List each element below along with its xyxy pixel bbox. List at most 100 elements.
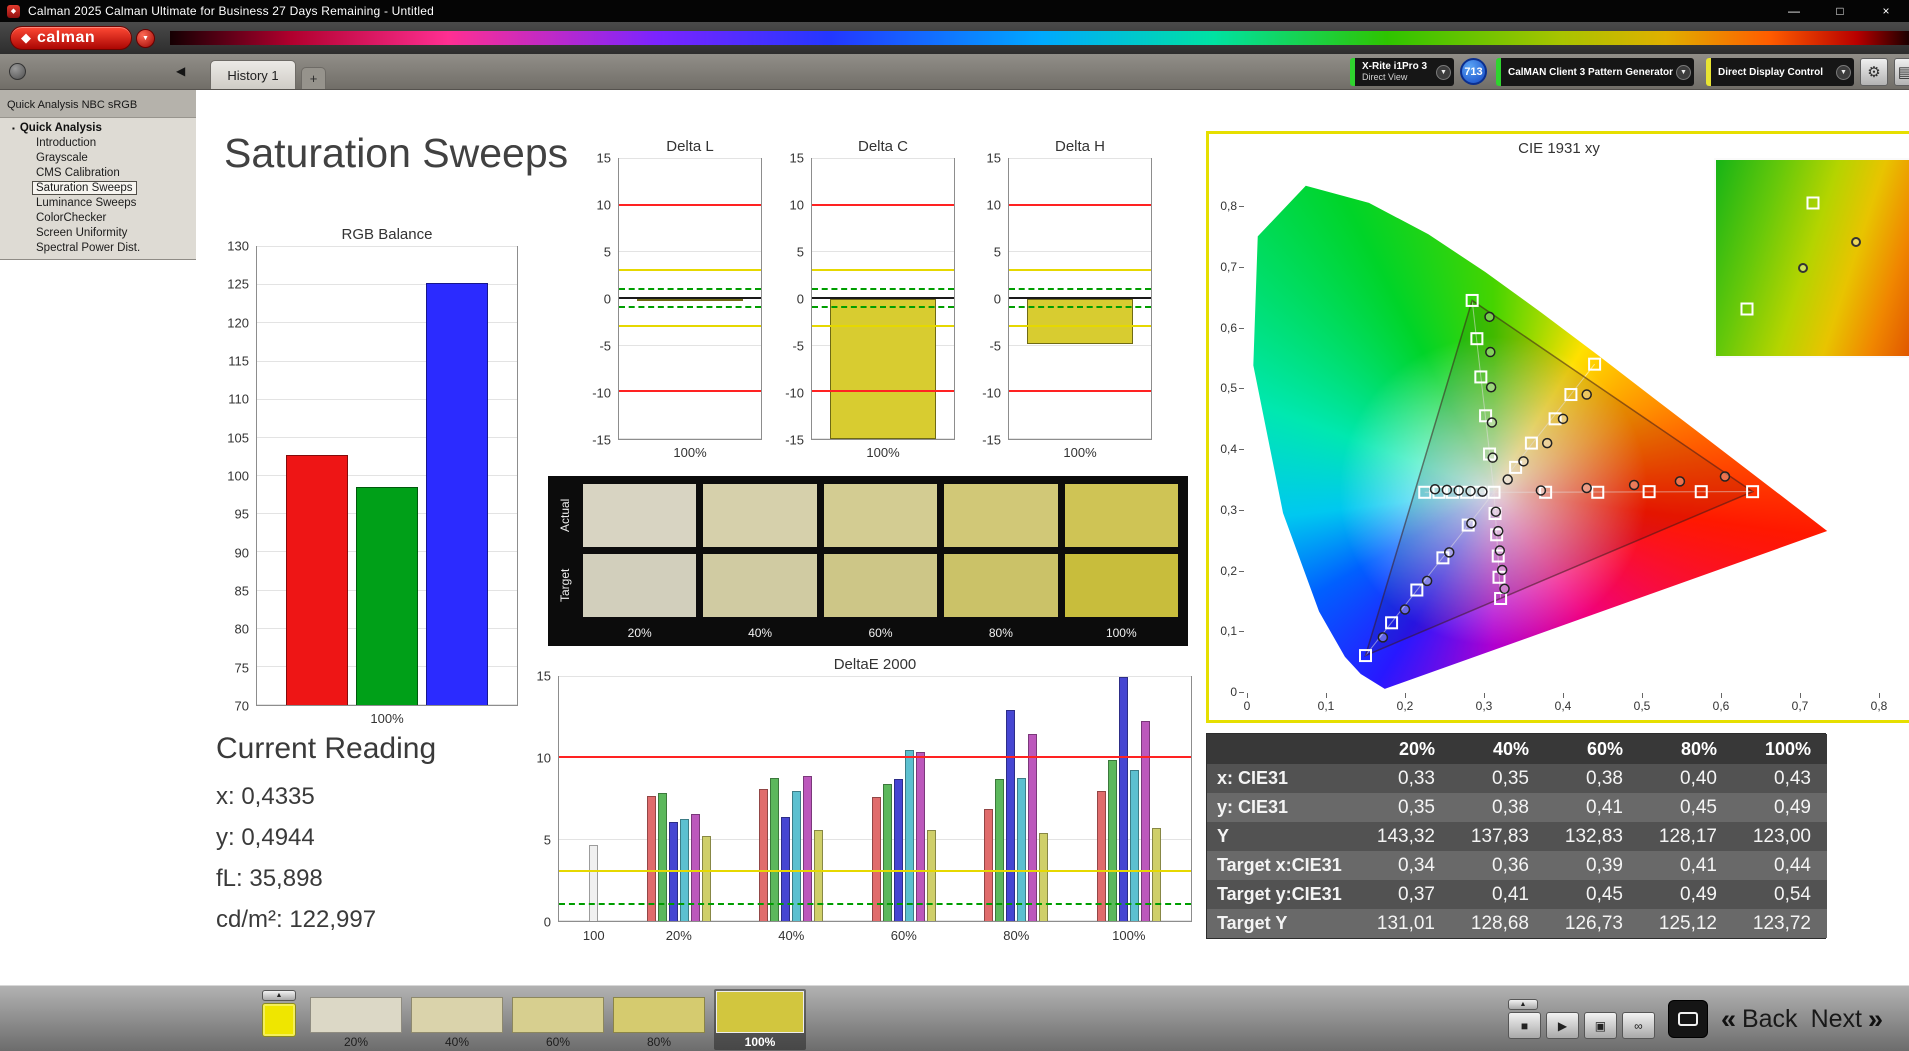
cell-value: 0,39 bbox=[1545, 851, 1639, 880]
calman-logo[interactable]: ◆ calman bbox=[10, 26, 132, 50]
swatch-target-100% bbox=[1064, 554, 1178, 617]
measured-marker bbox=[1487, 452, 1498, 463]
save-button[interactable]: ▣ bbox=[1583, 1012, 1617, 1039]
cell-value: 0,37 bbox=[1357, 880, 1451, 909]
tree-item-label: CMS Calibration bbox=[36, 167, 120, 179]
plot-area bbox=[618, 158, 762, 440]
results-table: 20% 40% 60% 80% 100% x: CIE31 0,33 0,35 0,38 0,40… bbox=[1206, 733, 1827, 939]
pattern-patch-60[interactable]: 60% bbox=[512, 989, 604, 1049]
limgreen-limit-line bbox=[619, 287, 761, 290]
y-tick-label: 10 bbox=[789, 197, 804, 213]
bar-green bbox=[356, 487, 418, 705]
row-label: Y bbox=[1207, 822, 1357, 851]
x-tick-label: 0,8 bbox=[1870, 699, 1888, 713]
sidebar-item-luminance-sweeps[interactable]: Luminance Sweeps bbox=[0, 196, 196, 211]
sidebar-item-grayscale[interactable]: Grayscale bbox=[0, 151, 196, 166]
limyellow-limit-line bbox=[559, 870, 1191, 873]
layout-button[interactable]: ▤ bbox=[1894, 58, 1909, 86]
y-axis: -15 -10 -5 0 5 10 15 bbox=[771, 151, 811, 448]
bar-group-40%: 40% bbox=[759, 677, 824, 943]
sidebar-collapse-button[interactable]: ◀ bbox=[176, 64, 185, 78]
cell-value: 0,41 bbox=[1545, 793, 1639, 822]
swatch-actual-80% bbox=[944, 484, 1058, 547]
y-axis: 0 0,1 0,2 0,3 0,4 0,5 0,6 0,7 0,8 bbox=[1209, 176, 1247, 699]
window-controls: — □ × bbox=[1771, 0, 1909, 22]
pattern-window-button[interactable] bbox=[1667, 1000, 1708, 1038]
next-button[interactable]: Next » bbox=[1811, 1004, 1883, 1035]
measured-marker bbox=[1441, 484, 1453, 496]
save-icon: ▣ bbox=[1594, 1018, 1607, 1033]
sidebar-item-colorchecker[interactable]: ColorChecker bbox=[0, 211, 196, 226]
patch-label: 60% bbox=[545, 1035, 571, 1049]
tick-mark bbox=[1800, 693, 1801, 698]
x-tick-label: 60% bbox=[890, 928, 917, 943]
pattern-color-button[interactable] bbox=[262, 1003, 296, 1037]
measured-marker bbox=[1581, 482, 1592, 494]
pattern-window-expand-button[interactable]: ▲ bbox=[262, 990, 296, 1001]
link-button[interactable]: ∞ bbox=[1621, 1012, 1655, 1039]
stop-button[interactable]: ■ bbox=[1507, 1012, 1541, 1039]
sidebar-item-introduction[interactable]: Introduction bbox=[0, 136, 196, 151]
plot-area bbox=[256, 246, 518, 706]
cell-value: 0,36 bbox=[1451, 851, 1545, 880]
pattern-patch-40[interactable]: 40% bbox=[411, 989, 503, 1049]
patch-swatch bbox=[512, 997, 604, 1033]
pattern-patch-20[interactable]: 20% bbox=[310, 989, 402, 1049]
add-tab-button[interactable]: + bbox=[301, 67, 326, 89]
chart-title: Delta H bbox=[1054, 138, 1106, 155]
meter-mode: Direct View bbox=[1362, 72, 1408, 82]
y-tick-label: 85 bbox=[234, 583, 249, 599]
tick-mark bbox=[1405, 693, 1406, 698]
maximize-button[interactable]: □ bbox=[1817, 0, 1863, 22]
swatch-column-label: 80% bbox=[988, 626, 1013, 640]
patch-label: 40% bbox=[444, 1035, 470, 1049]
cell-value: 132,83 bbox=[1545, 822, 1639, 851]
tree-root-item[interactable]: ▪ Quick Analysis bbox=[0, 121, 196, 136]
y-tick-label: -15 bbox=[592, 432, 611, 448]
panel-expand-button[interactable]: ▲ bbox=[1507, 999, 1538, 1010]
pattern-patch-80[interactable]: 80% bbox=[613, 989, 705, 1049]
y-tick-label: 70 bbox=[234, 698, 249, 714]
delta-e-bar bbox=[792, 790, 802, 921]
tab-label: History 1 bbox=[227, 67, 279, 83]
play-button[interactable]: ▶ bbox=[1545, 1012, 1579, 1039]
minimize-button[interactable]: — bbox=[1771, 0, 1817, 22]
swatch-column-label: 60% bbox=[868, 626, 893, 640]
y-tick-label: 130 bbox=[227, 238, 249, 254]
measured-marker bbox=[1674, 476, 1686, 487]
y-tick-label: 15 bbox=[986, 150, 1001, 166]
main-menu-button[interactable]: ▼ bbox=[136, 29, 155, 48]
limred-limit-line bbox=[619, 203, 761, 206]
x-tick-label: 80% bbox=[1003, 928, 1030, 943]
zero-limit-line bbox=[1009, 297, 1151, 299]
settings-button[interactable]: ⚙ bbox=[1860, 58, 1888, 86]
delta-e-bar bbox=[657, 792, 667, 921]
delta-e-bar bbox=[770, 777, 780, 921]
zero-limit-line bbox=[812, 297, 954, 299]
chart-title: DeltaE 2000 bbox=[833, 656, 917, 673]
meter-dropdown[interactable]: X-Rite i1Pro 3 Direct View ▼ bbox=[1350, 58, 1454, 86]
pattern-patch-100[interactable]: 100% bbox=[714, 989, 806, 1050]
tab-history-1[interactable]: History 1 bbox=[210, 60, 296, 89]
chevron-down-icon: ▼ bbox=[142, 35, 149, 42]
meter-name: X-Rite i1Pro 3 bbox=[1362, 61, 1428, 72]
measured-marker bbox=[1502, 474, 1513, 485]
pattern-source-dropdown[interactable]: CalMAN Client 3 Pattern Generator ▼ bbox=[1496, 58, 1694, 86]
sidebar-item-cms-calibration[interactable]: CMS Calibration bbox=[0, 166, 196, 181]
display-control-dropdown[interactable]: Direct Display Control ▼ bbox=[1706, 58, 1854, 86]
cell-value: 0,34 bbox=[1357, 851, 1451, 880]
sidebar-item-screen-uniformity[interactable]: Screen Uniformity bbox=[0, 226, 196, 241]
back-button[interactable]: « Back bbox=[1721, 1004, 1798, 1035]
tick-mark bbox=[1247, 693, 1248, 698]
limyellow-limit-line bbox=[1009, 269, 1151, 271]
column-header: 60% bbox=[1545, 734, 1639, 764]
close-button[interactable]: × bbox=[1863, 0, 1909, 22]
cell-value: 0,35 bbox=[1451, 764, 1545, 793]
sidebar-item-saturation-sweeps[interactable]: Saturation Sweeps bbox=[0, 181, 196, 196]
sidebar-item-spectral-power-dist[interactable]: Spectral Power Dist. bbox=[0, 241, 196, 256]
delta-c-chart: Delta C -15 -10 -5 0 5 10 15 100% bbox=[771, 138, 955, 460]
tree-item-label: Grayscale bbox=[36, 152, 88, 164]
workflow-options-button[interactable] bbox=[9, 63, 26, 80]
swatch-actual-60% bbox=[823, 484, 938, 547]
measured-marker bbox=[1518, 456, 1529, 467]
